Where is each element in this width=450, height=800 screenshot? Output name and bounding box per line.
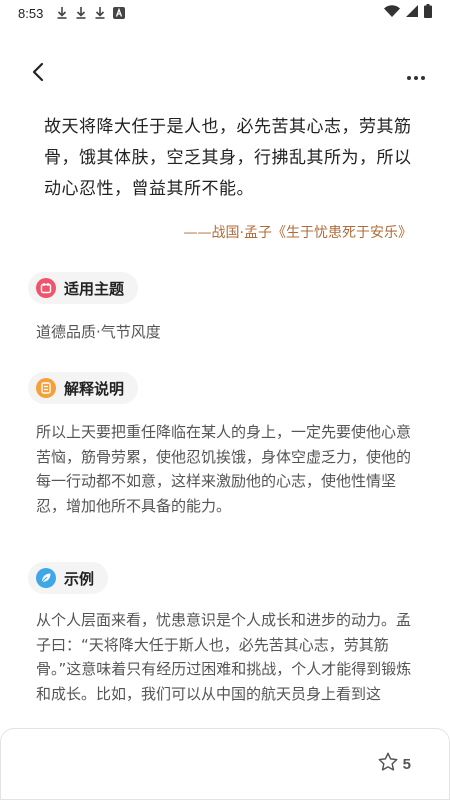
section-label: 适用主题 [64,279,125,298]
leaf-icon [36,568,56,588]
status-bar: 8:53 [0,0,450,26]
more-button[interactable] [402,60,430,88]
quote-text: 故天将降大任于是人也，必先苦其心志，劳其筋骨，饿其体肤，空乏其身，行拂乱其所为，… [44,117,412,199]
status-time: 8:53 [18,5,44,21]
bottom-bar: 5 [0,728,450,800]
status-left: 8:53 [18,5,126,21]
example-text: 从个人层面来看，忧患意识是个人成长和进步的动力。孟子曰：“天将降大任于斯人也，必… [36,611,412,703]
nav-bar [0,52,450,96]
download-icon [56,6,68,20]
favorite-count: 5 [402,755,411,773]
signal-icon [406,5,418,21]
section-label: 示例 [64,569,95,588]
download-icon [94,6,106,20]
quote-source: ——战国·孟子《生于忧患死于安乐》 [183,225,412,241]
document-icon [36,378,56,398]
battery-icon [424,4,432,22]
download-icon [75,6,87,20]
more-icon [407,65,425,84]
app-notification-icon [113,6,126,20]
star-icon [377,751,399,777]
status-right [384,4,432,22]
explanation-text: 所以上天要把重任降临在某人的身上，一定先要使他心意苦恼，筋骨劳累，使他忍饥挨饿，… [36,423,412,515]
back-button[interactable] [24,60,52,88]
theme-text: 道德品质·气节风度 [36,323,161,341]
section-label: 解释说明 [64,379,125,398]
wifi-icon [384,5,400,21]
section-header-theme: 适用主题 [28,272,139,304]
back-icon [32,62,44,86]
calendar-icon [36,278,56,298]
section-header-explanation: 解释说明 [28,372,139,404]
section-header-example: 示例 [28,562,109,594]
favorite-button[interactable]: 5 [377,751,411,777]
